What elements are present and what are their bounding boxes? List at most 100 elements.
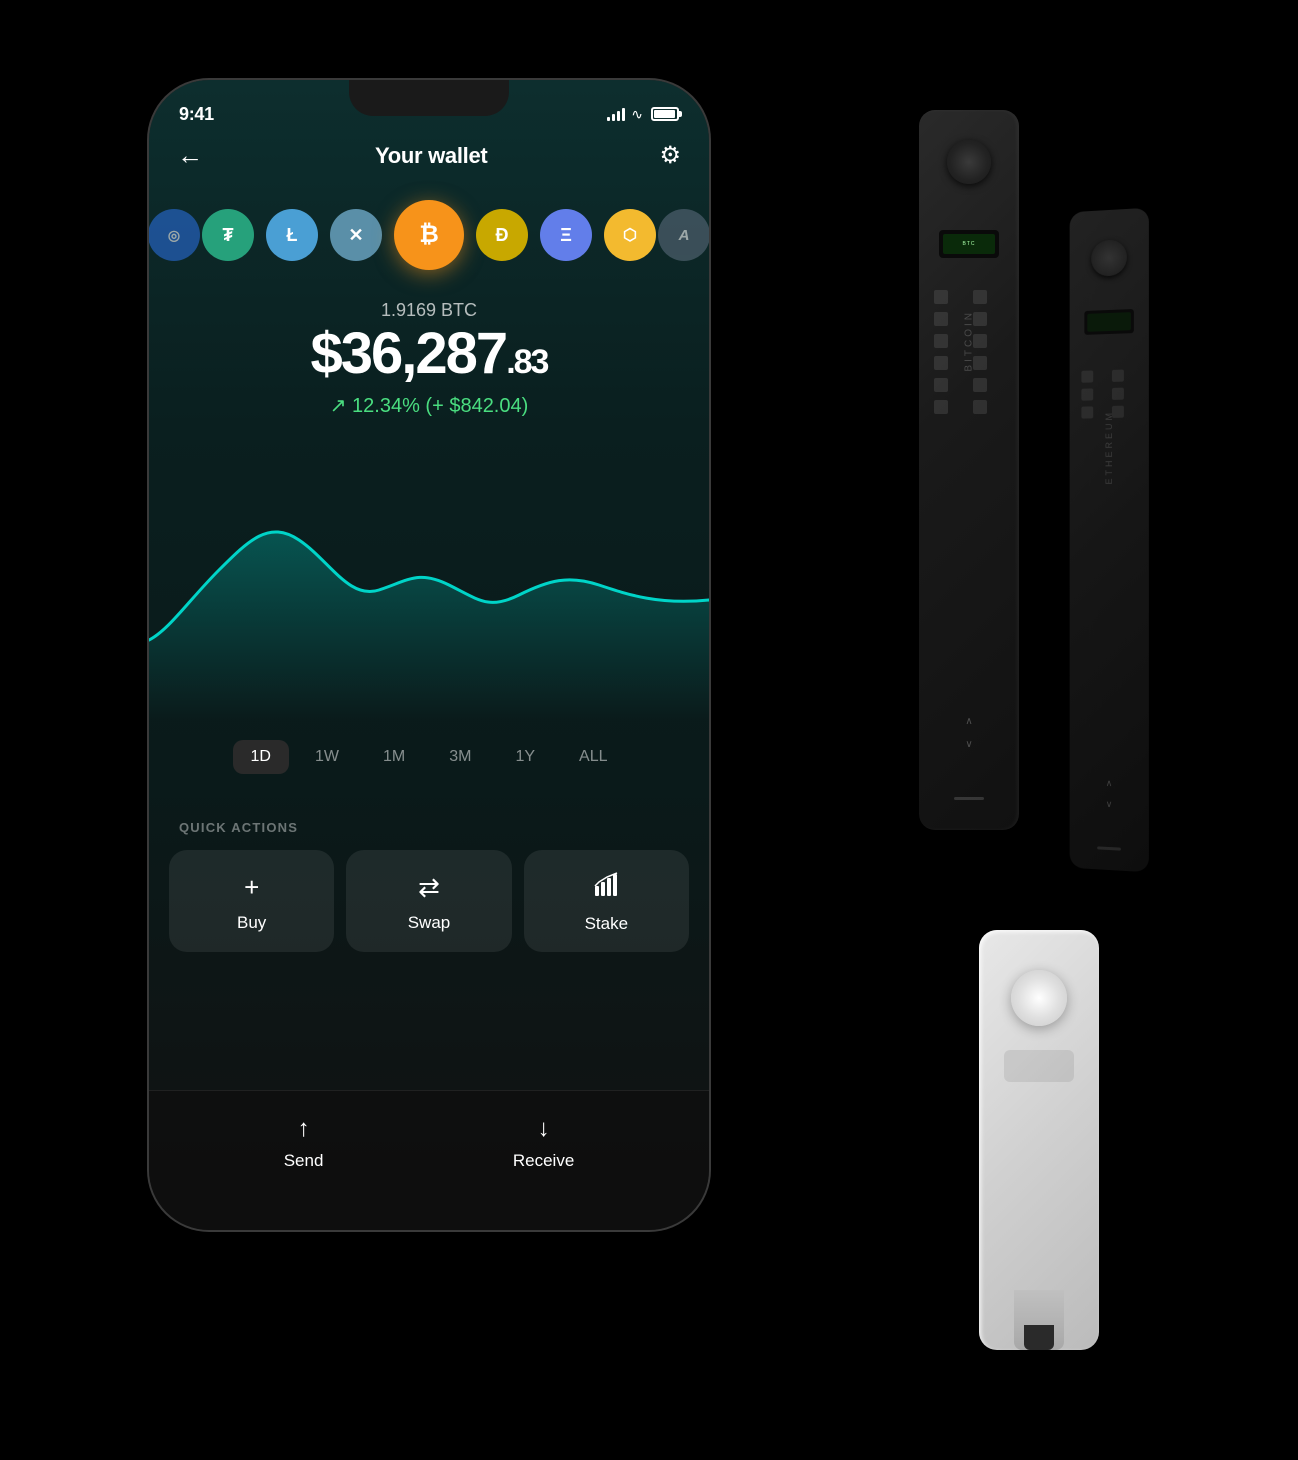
period-1y[interactable]: 1Y xyxy=(497,740,553,774)
ledger-body-1: BTC Bitcoin ∧ ∨ xyxy=(919,110,1019,830)
ledger-device-1: BTC Bitcoin ∧ ∨ xyxy=(919,110,1019,830)
phone-screen: 9:41 ∿ ← Your wallet ⚙ xyxy=(149,80,709,1230)
btc-amount: 1.9169 BTC xyxy=(169,300,689,321)
ledger-usb-2 xyxy=(1097,846,1121,850)
wifi-icon: ∿ xyxy=(631,106,643,123)
coin-item[interactable]: Ð xyxy=(476,209,528,261)
coin-item[interactable]: ₮ xyxy=(202,209,254,261)
phone: 9:41 ∿ ← Your wallet ⚙ xyxy=(149,80,709,1230)
coin-symbol: ⬡ xyxy=(623,225,637,245)
ledger-icon-item xyxy=(1112,388,1124,400)
chart-area xyxy=(149,440,709,720)
settings-button[interactable]: ⚙ xyxy=(659,141,681,170)
coin-carousel: ◎ ₮ Ł ✕ ₿ Ð Ξ xyxy=(149,200,709,270)
status-icons: ∿ xyxy=(607,106,679,123)
ledger-white-screen-area xyxy=(1004,1050,1074,1082)
quick-actions: + Buy ⇄ Swap xyxy=(169,850,689,952)
period-1w[interactable]: 1W xyxy=(297,740,357,774)
ledger-up-arrow: ∧ xyxy=(965,716,972,727)
ledger-usb-tip xyxy=(1024,1325,1054,1350)
swap-icon: ⇄ xyxy=(418,872,440,903)
coin-symbol: Ξ xyxy=(560,225,572,246)
coin-item[interactable]: A xyxy=(658,209,709,261)
plus-icon: + xyxy=(244,872,259,903)
coin-symbol: Ł xyxy=(287,225,298,246)
ledger-white-usb xyxy=(1014,1290,1064,1350)
usd-whole: $36,287 xyxy=(311,321,507,386)
ledger-usb-port xyxy=(954,797,984,800)
page-header: ← Your wallet ⚙ xyxy=(149,140,709,171)
ledger-icon-item xyxy=(934,290,948,304)
coin-item[interactable]: Ł xyxy=(266,209,318,261)
ledger-icon-item xyxy=(934,400,948,414)
scene: 9:41 ∿ ← Your wallet ⚙ xyxy=(99,30,1199,1430)
coin-symbol: ◎ xyxy=(168,227,180,244)
send-label: Send xyxy=(284,1151,324,1171)
ledger-screen-1: BTC xyxy=(939,230,999,258)
coin-symbol: A xyxy=(679,227,690,244)
ledger-up-2: ∧ xyxy=(1106,778,1113,789)
coin-symbol: ✕ xyxy=(348,225,363,246)
ledger-body-2: Ethereum ∧ ∨ xyxy=(1070,208,1149,873)
ledger-icon-item xyxy=(934,312,948,326)
ledger-down-arrow: ∨ xyxy=(965,739,972,750)
page-title: Your wallet xyxy=(375,143,487,169)
ledger-device-white xyxy=(979,930,1099,1350)
bottom-navigation: ↑ Send ↓ Receive xyxy=(149,1090,709,1230)
coin-item[interactable]: ✕ xyxy=(330,209,382,261)
coin-symbol: Ð xyxy=(496,225,509,246)
usd-price: $36,287.83 xyxy=(169,325,689,383)
ledger-icon-item xyxy=(1081,406,1093,418)
ledger-top-button-2 xyxy=(1091,239,1127,277)
ledger-icon-item xyxy=(934,378,948,392)
stake-button[interactable]: Stake xyxy=(524,850,689,952)
ledger-icon-item xyxy=(973,334,987,348)
send-button[interactable]: ↑ Send xyxy=(284,1115,324,1171)
period-3m[interactable]: 3M xyxy=(431,740,489,774)
coin-symbol: ₿ xyxy=(419,221,439,249)
ledger-white-body xyxy=(979,930,1099,1350)
ledger-icon-item xyxy=(973,378,987,392)
ledger-device-2: Ethereum ∧ ∨ xyxy=(1070,208,1149,873)
period-1d[interactable]: 1D xyxy=(233,740,289,774)
buy-label: Buy xyxy=(237,913,266,933)
coin-item[interactable]: ◎ xyxy=(149,209,200,261)
coin-symbol: ₮ xyxy=(223,225,234,246)
swap-label: Swap xyxy=(408,913,451,933)
send-icon: ↑ xyxy=(298,1115,310,1143)
period-1m[interactable]: 1M xyxy=(365,740,423,774)
battery-icon xyxy=(651,107,679,121)
usd-cents: .83 xyxy=(506,343,547,381)
ledger-icon-item xyxy=(973,400,987,414)
coin-item[interactable]: Ξ xyxy=(540,209,592,261)
ledger-icon-item xyxy=(934,334,948,348)
period-all[interactable]: ALL xyxy=(561,740,625,774)
quick-actions-label: QUICK ACTIONS xyxy=(179,820,298,835)
coin-item[interactable]: ⬡ xyxy=(604,209,656,261)
stake-label: Stake xyxy=(585,914,628,934)
coin-btc-active[interactable]: ₿ xyxy=(394,200,464,270)
ledger-icon-item xyxy=(1081,388,1093,400)
stake-icon xyxy=(593,872,619,904)
swap-button[interactable]: ⇄ Swap xyxy=(346,850,511,952)
receive-button[interactable]: ↓ Receive xyxy=(513,1115,574,1171)
ledger-icon-item xyxy=(973,356,987,370)
receive-icon: ↓ xyxy=(538,1115,550,1143)
status-time: 9:41 xyxy=(179,104,214,125)
buy-button[interactable]: + Buy xyxy=(169,850,334,952)
ledger-icon-item xyxy=(973,290,987,304)
signal-icon xyxy=(607,107,625,121)
ledger-icon-item xyxy=(934,356,948,370)
price-section: 1.9169 BTC $36,287.83 ↗ 12.34% (+ $842.0… xyxy=(149,300,709,418)
ledger-screen-2 xyxy=(1084,309,1134,335)
ledger-device-2-label: Ethereum xyxy=(1104,410,1114,485)
ledger-device-label: Bitcoin xyxy=(964,310,975,372)
price-chart xyxy=(149,440,709,720)
ledger-controls: ∧ ∨ xyxy=(965,716,972,750)
notch xyxy=(349,80,509,116)
receive-label: Receive xyxy=(513,1151,574,1171)
back-button[interactable]: ← xyxy=(177,140,203,171)
price-change: ↗ 12.34% (+ $842.04) xyxy=(169,393,689,418)
ledger-down-2: ∨ xyxy=(1106,799,1113,810)
ledger-icon-item xyxy=(1081,370,1093,382)
